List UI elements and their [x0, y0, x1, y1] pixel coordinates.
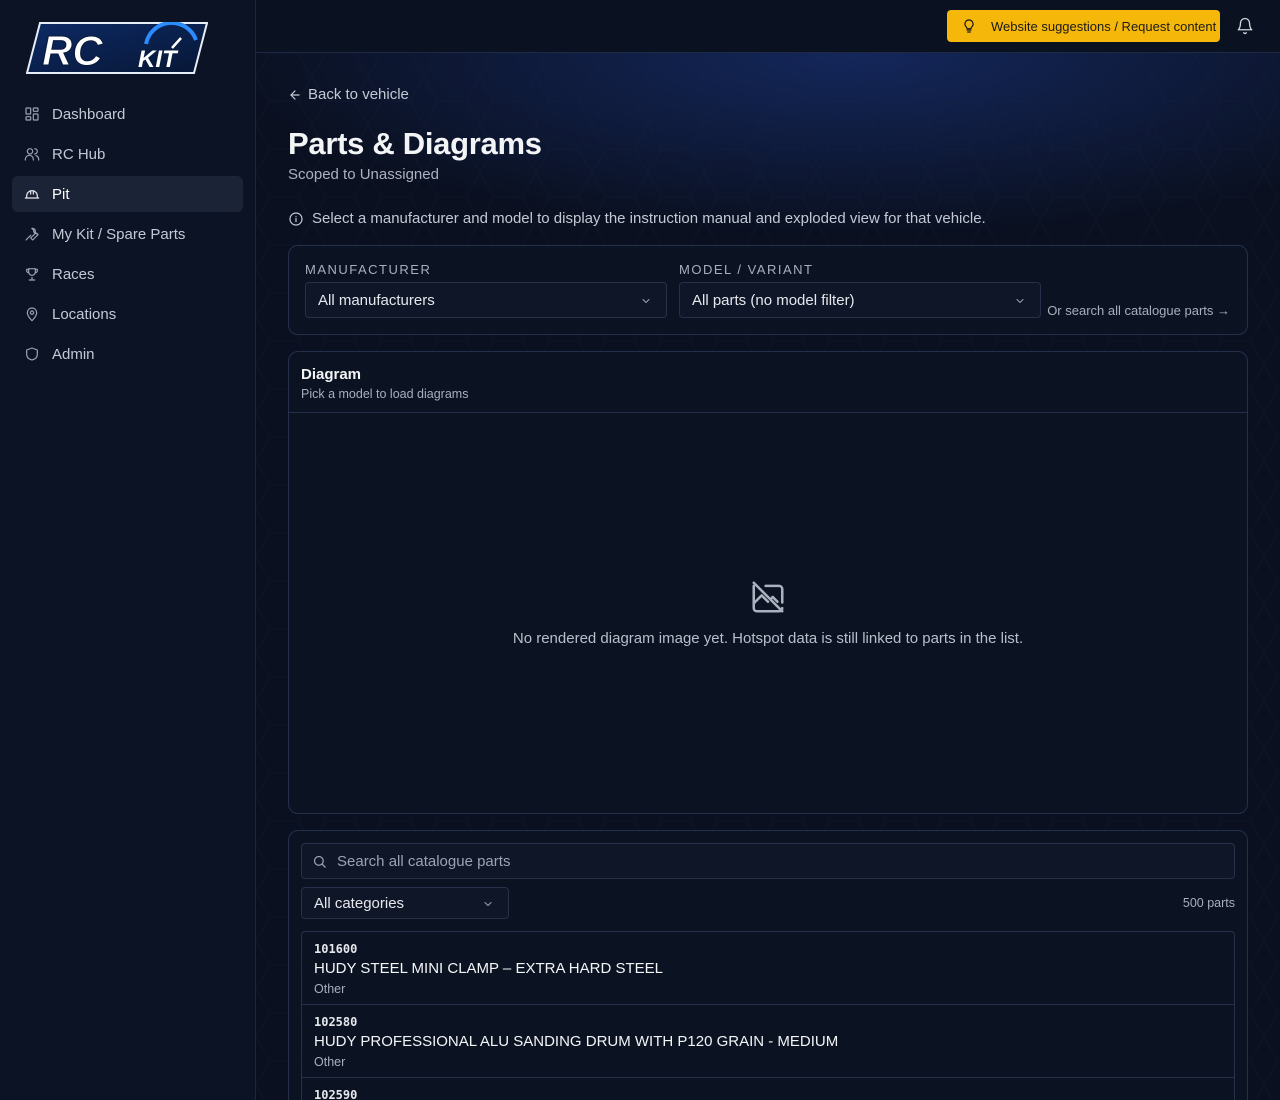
list-item[interactable]: 102580 HUDY PROFESSIONAL ALU SANDING DRU…: [302, 1005, 1234, 1078]
dashboard-icon: [24, 106, 40, 122]
sidebar-item-my-kit[interactable]: My Kit / Spare Parts: [12, 216, 243, 252]
part-name: HUDY PROFESSIONAL ALU SANDING DRUM WITH …: [314, 1033, 839, 1050]
parts-search: [301, 843, 1235, 879]
sidebar-item-races[interactable]: Races: [12, 256, 243, 292]
back-link-label: Back to vehicle: [308, 86, 409, 103]
part-code: 102590: [314, 1088, 358, 1100]
list-item[interactable]: 102590: [302, 1078, 1234, 1100]
part-code: 102580: [314, 1015, 358, 1029]
map-pin-icon: [24, 306, 40, 322]
arrow-left-icon: [290, 89, 300, 100]
website-suggestions-button[interactable]: Website suggestions / Request content: [947, 10, 1220, 42]
parts-count: 500 parts: [1182, 896, 1235, 910]
bell-icon[interactable]: [1236, 17, 1254, 35]
main-content: Back to vehicle Parts & Diagrams Scoped …: [256, 53, 1280, 1100]
back-to-vehicle-link[interactable]: Back to vehicle: [288, 86, 409, 103]
wrench-icon: [24, 226, 40, 242]
hard-hat-icon: [24, 186, 40, 202]
image-off-icon: [749, 578, 787, 616]
part-name: HUDY STEEL MINI CLAMP – EXTRA HARD STEEL: [314, 960, 663, 977]
sidebar-item-label: Locations: [52, 305, 117, 323]
manufacturer-value: All manufacturers: [318, 291, 435, 309]
rc-kit-logo[interactable]: RC KIT: [25, 20, 209, 75]
sidebar-item-pit[interactable]: Pit: [12, 176, 243, 212]
svg-text:RC: RC: [42, 27, 103, 74]
sidebar-item-locations[interactable]: Locations: [12, 296, 243, 332]
trophy-icon: [24, 266, 40, 282]
parts-list: 101600 HUDY STEEL MINI CLAMP – EXTRA HAR…: [301, 931, 1235, 1100]
search-all-parts-link[interactable]: Or search all catalogue parts →: [1047, 303, 1230, 318]
parts-search-input[interactable]: [337, 852, 1217, 870]
category-select[interactable]: All categories: [301, 887, 509, 919]
search-icon: [313, 855, 326, 868]
page-title: Parts & Diagrams: [288, 126, 542, 161]
sidebar-nav: Dashboard RC Hub Pit My Kit / Spare Part…: [12, 96, 243, 376]
manufacturer-select[interactable]: All manufacturers: [305, 282, 667, 318]
svg-text:KIT: KIT: [138, 46, 179, 73]
info-text: Select a manufacturer and model to displ…: [312, 210, 986, 227]
sidebar-item-admin[interactable]: Admin: [12, 336, 243, 372]
list-item[interactable]: 101600 HUDY STEEL MINI CLAMP – EXTRA HAR…: [302, 932, 1234, 1005]
part-code: 101600: [314, 942, 358, 956]
sidebar-item-label: Admin: [52, 345, 95, 363]
model-variant-label: MODEL / VARIANT: [679, 262, 814, 277]
filter-card: MANUFACTURER All manufacturers MODEL / V…: [288, 245, 1248, 335]
sidebar: RC KIT Dashboard RC Hub Pit My Kit / Spa…: [0, 0, 256, 1100]
info-icon: [289, 211, 303, 226]
diagram-header: Diagram Pick a model to load diagrams: [289, 352, 1247, 413]
sidebar-item-dashboard[interactable]: Dashboard: [12, 96, 243, 132]
part-category: Other: [314, 982, 346, 996]
sidebar-item-label: Races: [52, 265, 95, 283]
diagram-empty-text: No rendered diagram image yet. Hotspot d…: [512, 630, 1024, 647]
users-icon: [24, 146, 40, 162]
chevron-down-icon: [640, 294, 652, 306]
sidebar-item-label: Dashboard: [52, 105, 126, 123]
manufacturer-label: MANUFACTURER: [305, 262, 432, 277]
chevron-down-icon: [1014, 294, 1026, 306]
diagram-subtitle: Pick a model to load diagrams: [301, 387, 469, 401]
sidebar-item-label: My Kit / Spare Parts: [52, 225, 186, 243]
model-variant-value: All parts (no model filter): [692, 291, 855, 309]
category-value: All categories: [314, 894, 405, 912]
shield-icon: [24, 346, 40, 362]
diagram-card: Diagram Pick a model to load diagrams No…: [288, 351, 1248, 814]
lightbulb-icon: [964, 19, 974, 33]
sidebar-item-label: RC Hub: [52, 145, 106, 163]
topbar: Website suggestions / Request content: [256, 0, 1280, 53]
sidebar-item-rc-hub[interactable]: RC Hub: [12, 136, 243, 172]
website-suggestions-label: Website suggestions / Request content: [991, 18, 1217, 34]
sidebar-item-label: Pit: [52, 185, 70, 203]
parts-card: All categories 500 parts 101600 HUDY STE…: [288, 830, 1248, 1100]
chevron-down-icon: [482, 897, 494, 909]
page-subtitle: Scoped to Unassigned: [288, 166, 439, 183]
info-message: Select a manufacturer and model to displ…: [288, 210, 986, 227]
part-category: Other: [314, 1055, 346, 1069]
diagram-title: Diagram: [301, 366, 362, 383]
model-variant-select[interactable]: All parts (no model filter): [679, 282, 1041, 318]
